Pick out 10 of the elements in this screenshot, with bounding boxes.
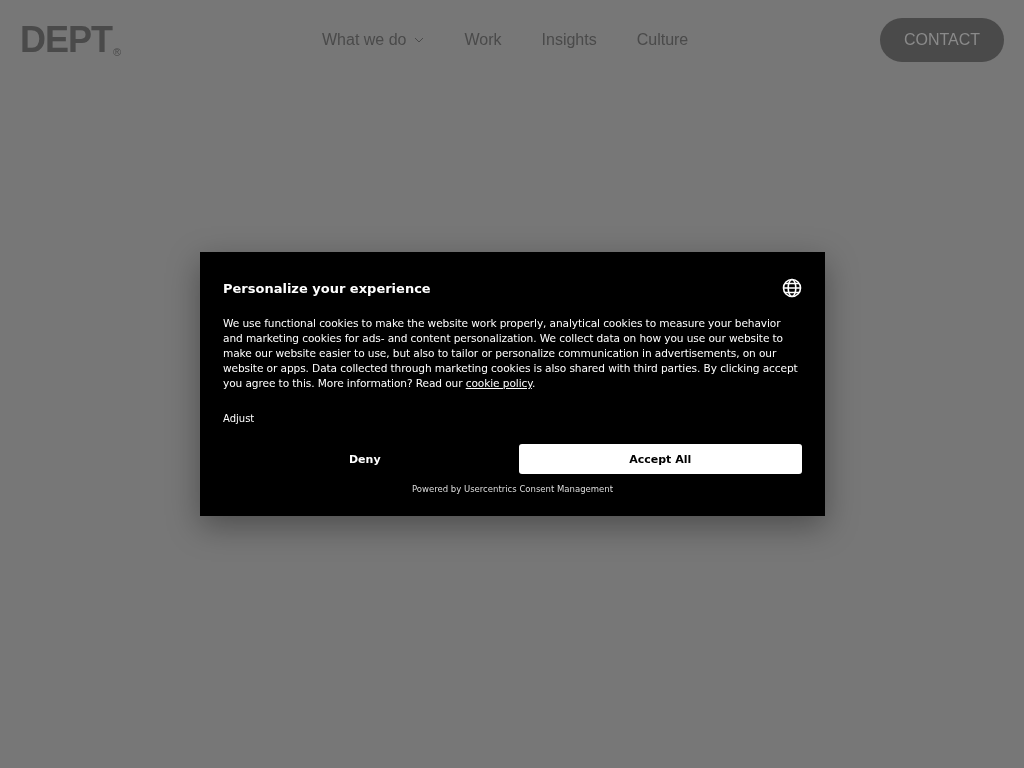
contact-button[interactable]: CONTACT xyxy=(880,18,1004,62)
chevron-down-icon xyxy=(414,37,425,43)
consent-text: We use functional cookies to make the website work properly, analytical cookies to measure your behavior and marketing cookies for ads- and content personalization. We collect data on how you use our website to make our website easier to use, but also to tailor or personalize communication in advertisements, on our website or apps. Data collected through marketing cookies is also shared with third parties. By clicking accept you agree to this. More information? Read our cookie policy. xyxy=(223,316,799,391)
globe-icon[interactable] xyxy=(782,278,802,298)
accept-all-button[interactable]: Accept All xyxy=(518,444,802,474)
cookie-policy-link[interactable]: cookie policy xyxy=(465,377,532,389)
dialog-title: Personalize your experience xyxy=(223,280,431,296)
adjust-link[interactable]: Adjust xyxy=(223,413,255,424)
registered-mark: ® xyxy=(113,46,122,58)
powered-by-text: Powered by Usercentrics Consent Management xyxy=(411,484,613,494)
